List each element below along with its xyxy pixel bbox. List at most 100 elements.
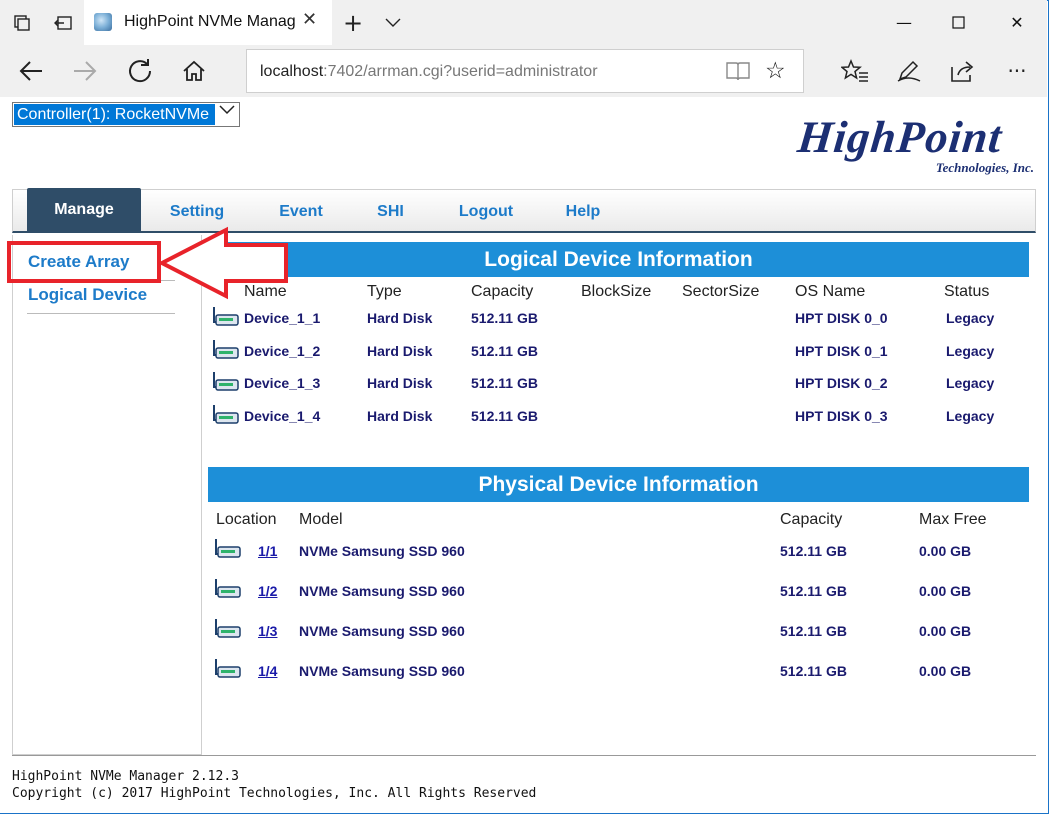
tab-highpoint[interactable]: HighPoint NVMe Manag ✕ (84, 0, 332, 45)
address-host: localhost (260, 63, 324, 80)
column-header-model: Model (299, 511, 343, 528)
logo-wordmark: HighPoint (795, 112, 1005, 162)
logical-device-capacity: 512.11 GB (471, 408, 538, 424)
logical-device-status: Legacy (946, 375, 995, 391)
logical-device-status: Legacy (946, 310, 995, 326)
column-header-max-free: Max Free (919, 511, 987, 528)
logical-device-name[interactable]: Device_1_4 (244, 408, 320, 424)
address-path: :7402/arrman.cgi?userid=administrator (323, 63, 598, 80)
logical-device-type: Hard Disk (367, 343, 433, 359)
column-header-type: Type (367, 283, 402, 300)
logical-device-status: Legacy (946, 408, 995, 424)
physical-device-model: NVMe Samsung SSD 960 (299, 663, 465, 679)
close-window-icon[interactable]: ✕ (990, 0, 1044, 45)
logical-device-capacity: 512.11 GB (471, 343, 538, 359)
physical-device-heading: Physical Device Information (208, 467, 1029, 502)
physical-device-max-free: 0.00 GB (919, 623, 972, 639)
physical-device-capacity: 512.11 GB (780, 663, 847, 679)
pen-icon[interactable] (892, 54, 926, 88)
physical-device-max-free: 0.00 GB (919, 663, 972, 679)
physical-device-location-link[interactable]: 1/4 (258, 663, 277, 679)
hard-disk-icon (213, 405, 239, 424)
favorites-hub-icon[interactable] (838, 54, 872, 88)
physical-device-capacity: 512.11 GB (780, 543, 847, 559)
logo-subtitle: Technologies, Inc. (935, 160, 1034, 175)
footer-version: HighPoint NVMe Manager 2.12.3 (12, 769, 239, 784)
physical-device-location-link[interactable]: 1/2 (258, 583, 277, 599)
logical-device-capacity: 512.11 GB (471, 375, 538, 391)
physical-device-model: NVMe Samsung SSD 960 (299, 623, 465, 639)
home-icon[interactable] (177, 54, 211, 88)
sidebar-item-logical-device[interactable]: Logical Device (28, 285, 147, 305)
logical-device-type: Hard Disk (367, 408, 433, 424)
logical-device-name[interactable]: Device_1_3 (244, 375, 320, 391)
new-tab-icon[interactable]: + (338, 8, 368, 38)
logical-device-name[interactable]: Device_1_2 (244, 343, 320, 359)
physical-device-max-free: 0.00 GB (919, 583, 972, 599)
highpoint-logo: HighPoint Technologies, Inc. (790, 111, 1040, 181)
reading-view-icon[interactable] (725, 60, 751, 87)
share-icon[interactable] (946, 54, 980, 88)
ssd-icon (215, 539, 241, 558)
maximize-icon[interactable] (931, 0, 985, 45)
logical-device-os-name: HPT DISK 0_1 (795, 343, 888, 359)
close-tab-icon[interactable]: ✕ (302, 9, 317, 30)
hard-disk-icon (213, 372, 239, 391)
controller-select[interactable]: Controller(1): RocketNVMe (12, 102, 240, 127)
physical-device-model: NVMe Samsung SSD 960 (299, 543, 465, 559)
minimize-icon[interactable]: — (877, 0, 931, 45)
column-header-sectorsize: SectorSize (682, 283, 760, 300)
sidebar: Create Array Logical Device (12, 235, 202, 755)
page-content: Controller(1): RocketNVMe HighPoint Tech… (0, 97, 1047, 813)
logical-device-capacity: 512.11 GB (471, 310, 538, 326)
column-header-location: Location (216, 511, 277, 528)
logical-device-os-name: HPT DISK 0_0 (795, 310, 888, 326)
tab-manage[interactable]: Manage (27, 188, 141, 232)
ssd-icon (215, 659, 241, 678)
physical-device-capacity: 512.11 GB (780, 623, 847, 639)
logical-device-status: Legacy (946, 343, 995, 359)
tab-shi[interactable]: SHI (368, 190, 413, 232)
hard-disk-icon (213, 340, 239, 359)
logical-device-heading: Logical Device Information (208, 242, 1029, 277)
forward-arrow-icon[interactable] (68, 54, 102, 88)
set-aside-tabs-icon[interactable] (48, 8, 78, 38)
controller-select-value: Controller(1): RocketNVMe (14, 104, 215, 125)
ssd-icon (215, 619, 241, 638)
tab-title: HighPoint NVMe Manag (124, 13, 296, 30)
tab-logout[interactable]: Logout (451, 190, 521, 232)
footer-divider (12, 755, 1036, 756)
tab-strip: HighPoint NVMe Manag ✕ + — ✕ (0, 0, 1047, 45)
logical-device-os-name: HPT DISK 0_3 (795, 408, 888, 424)
column-header-blocksize: BlockSize (581, 283, 652, 300)
physical-device-capacity: 512.11 GB (780, 583, 847, 599)
page-favicon-icon (94, 13, 112, 31)
pointer-arrow-icon (158, 226, 288, 300)
star-icon[interactable]: ☆ (765, 58, 786, 84)
more-icon[interactable]: ··· (1000, 54, 1034, 88)
hard-disk-icon (213, 307, 239, 326)
refresh-icon[interactable] (123, 54, 157, 88)
physical-device-location-link[interactable]: 1/3 (258, 623, 277, 639)
create-array-highlight (7, 241, 161, 283)
back-arrow-icon[interactable] (14, 54, 48, 88)
footer-copyright: Copyright (c) 2017 HighPoint Technologie… (12, 786, 537, 801)
ssd-icon (215, 579, 241, 598)
physical-device-location-link[interactable]: 1/1 (258, 543, 277, 559)
column-header-capacity: Capacity (780, 511, 843, 528)
column-header-os-name: OS Name (795, 283, 866, 300)
tab-help[interactable]: Help (557, 190, 609, 232)
physical-device-model: NVMe Samsung SSD 960 (299, 583, 465, 599)
sidebar-divider (27, 313, 175, 314)
browser-toolbar: localhost:7402/arrman.cgi?userid=adminis… (0, 45, 1047, 97)
logical-device-os-name: HPT DISK 0_2 (795, 375, 888, 391)
logical-device-name[interactable]: Device_1_1 (244, 310, 320, 326)
physical-device-max-free: 0.00 GB (919, 543, 972, 559)
column-header-status: Status (944, 283, 990, 300)
logical-device-type: Hard Disk (367, 310, 433, 326)
address-bar[interactable]: localhost:7402/arrman.cgi?userid=adminis… (246, 49, 804, 93)
column-header-capacity: Capacity (471, 283, 534, 300)
tab-actions-icon[interactable] (7, 8, 37, 38)
tab-preview-chevron-icon[interactable] (378, 8, 408, 38)
chevron-down-icon (219, 104, 235, 120)
